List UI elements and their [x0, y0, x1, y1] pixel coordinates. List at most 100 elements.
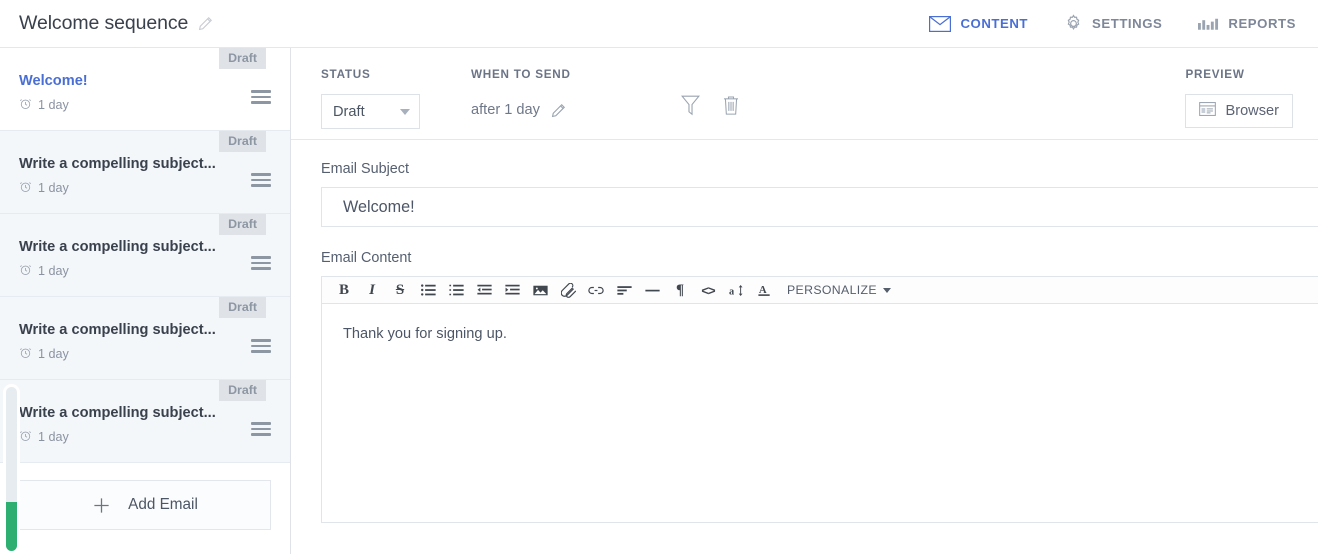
paragraph-icon[interactable]: ¶: [666, 277, 694, 303]
align-left-icon[interactable]: [610, 277, 638, 303]
bar-chart-icon: [1198, 17, 1219, 31]
email-title: Write a compelling subject...: [19, 322, 216, 338]
email-title: Welcome!: [19, 73, 88, 89]
email-delay-label: 1 day: [38, 181, 69, 195]
font-size-icon[interactable]: a: [722, 277, 750, 303]
status-badge: Draft: [219, 380, 266, 401]
chevron-down-icon: [882, 287, 891, 293]
tab-settings-label: SETTINGS: [1092, 16, 1163, 31]
drag-handle-icon[interactable]: [251, 339, 271, 353]
text-color-icon[interactable]: A: [750, 277, 778, 303]
status-badge: Draft: [219, 131, 266, 152]
status-badge: Draft: [219, 48, 266, 69]
tab-settings[interactable]: SETTINGS: [1064, 14, 1162, 33]
drag-handle-icon[interactable]: [251, 173, 271, 187]
svg-text:a: a: [729, 286, 734, 296]
action-bar: STATUS Draft WHEN TO SEND after 1 day PR…: [291, 48, 1318, 140]
italic-icon[interactable]: I: [358, 277, 386, 303]
strikethrough-icon[interactable]: S: [386, 277, 414, 303]
tab-content-label: CONTENT: [960, 16, 1029, 31]
indent-icon[interactable]: [498, 277, 526, 303]
content-editor-text: Thank you for signing up.: [343, 326, 507, 342]
add-email-label: Add Email: [128, 496, 198, 513]
pencil-icon[interactable]: [551, 103, 566, 118]
list-item[interactable]: Draft Write a compelling subject... 1 da…: [0, 380, 290, 463]
when-to-send-row: after 1 day: [471, 102, 571, 118]
when-to-send-label: WHEN TO SEND: [471, 68, 571, 81]
ordered-list-icon[interactable]: [442, 277, 470, 303]
email-delay-label: 1 day: [38, 264, 69, 278]
bold-icon[interactable]: B: [330, 277, 358, 303]
email-delay-label: 1 day: [38, 347, 69, 361]
email-title: Write a compelling subject...: [19, 239, 216, 255]
page-title: Welcome sequence: [19, 12, 189, 34]
list-item[interactable]: Draft Welcome! 1 day: [0, 48, 290, 131]
page-title-group: Welcome sequence: [0, 12, 213, 35]
email-title: Write a compelling subject...: [19, 405, 216, 421]
trash-icon[interactable]: [722, 95, 740, 116]
email-editor-panel: STATUS Draft WHEN TO SEND after 1 day PR…: [291, 48, 1318, 554]
list-item[interactable]: Draft Write a compelling subject... 1 da…: [0, 297, 290, 380]
slider-track: [6, 387, 17, 551]
envelope-icon: [929, 15, 952, 32]
tab-reports[interactable]: REPORTS: [1198, 16, 1296, 31]
drag-handle-icon[interactable]: [251, 90, 271, 104]
status-badge: Draft: [219, 297, 266, 318]
email-delay-label: 1 day: [38, 98, 69, 112]
personalize-dropdown[interactable]: PERSONALIZE: [787, 283, 891, 297]
image-icon[interactable]: [526, 277, 554, 303]
content-group: Email Content B I S ¶ <> a A PERSONALIZE…: [321, 250, 1318, 523]
outdent-icon[interactable]: [470, 277, 498, 303]
status-badge: Draft: [219, 214, 266, 235]
subject-group: Email Subject: [321, 161, 1318, 227]
preview-browser-button[interactable]: Browser: [1185, 94, 1293, 128]
code-icon[interactable]: <>: [694, 277, 722, 303]
unordered-list-icon[interactable]: [414, 277, 442, 303]
tab-content[interactable]: CONTENT: [929, 15, 1029, 32]
email-delay: 1 day: [19, 97, 69, 113]
gear-icon: [1064, 14, 1083, 33]
alarm-clock-icon: [19, 263, 32, 279]
top-bar: Welcome sequence CONTENT SETTINGS REPORT…: [0, 0, 1318, 48]
status-group: STATUS Draft: [321, 68, 420, 129]
email-delay: 1 day: [19, 263, 69, 279]
subject-label: Email Subject: [321, 161, 409, 177]
drag-handle-icon[interactable]: [251, 422, 271, 436]
list-item[interactable]: Draft Write a compelling subject... 1 da…: [0, 214, 290, 297]
add-email-button[interactable]: Add Email: [19, 480, 271, 530]
add-email-container: Add Email: [0, 463, 290, 530]
horizontal-rule-icon[interactable]: [638, 277, 666, 303]
chevron-down-icon: [400, 108, 410, 115]
alarm-clock-icon: [19, 429, 32, 445]
status-label: STATUS: [321, 68, 371, 81]
email-form: Email Subject Email Content B I S: [291, 140, 1318, 523]
when-to-send-group: WHEN TO SEND after 1 day: [471, 68, 571, 118]
alarm-clock-icon: [19, 97, 32, 113]
list-item[interactable]: Draft Write a compelling subject... 1 da…: [0, 131, 290, 214]
funnel-icon[interactable]: [681, 95, 700, 116]
content-label: Email Content: [321, 250, 412, 266]
status-select-value: Draft: [333, 103, 365, 120]
email-delay: 1 day: [19, 346, 69, 362]
drag-handle-icon[interactable]: [251, 256, 271, 270]
pencil-icon[interactable]: [198, 16, 213, 31]
email-delay: 1 day: [19, 429, 69, 445]
content-editor[interactable]: Thank you for signing up.: [321, 304, 1318, 523]
personalize-label: PERSONALIZE: [787, 283, 877, 297]
tab-reports-label: REPORTS: [1228, 16, 1296, 31]
when-to-send-value: after 1 day: [471, 102, 540, 118]
browser-window-icon: [1199, 102, 1217, 120]
link-icon[interactable]: [582, 277, 610, 303]
preview-browser-label: Browser: [1225, 103, 1279, 119]
email-title: Write a compelling subject...: [19, 156, 216, 172]
preview-label: PREVIEW: [1185, 68, 1245, 81]
status-select[interactable]: Draft: [321, 94, 420, 129]
status-select-wrap: Draft: [321, 94, 420, 129]
subject-input[interactable]: [321, 187, 1318, 227]
vertical-progress-slider[interactable]: [3, 384, 20, 554]
editor-toolbar: B I S ¶ <> a A PERSONALIZE: [321, 276, 1318, 304]
action-icons: [681, 95, 740, 116]
top-navigation: CONTENT SETTINGS REPORTS: [929, 14, 1318, 33]
preview-group: PREVIEW Browser: [1185, 68, 1293, 128]
attachment-icon[interactable]: [554, 277, 582, 303]
